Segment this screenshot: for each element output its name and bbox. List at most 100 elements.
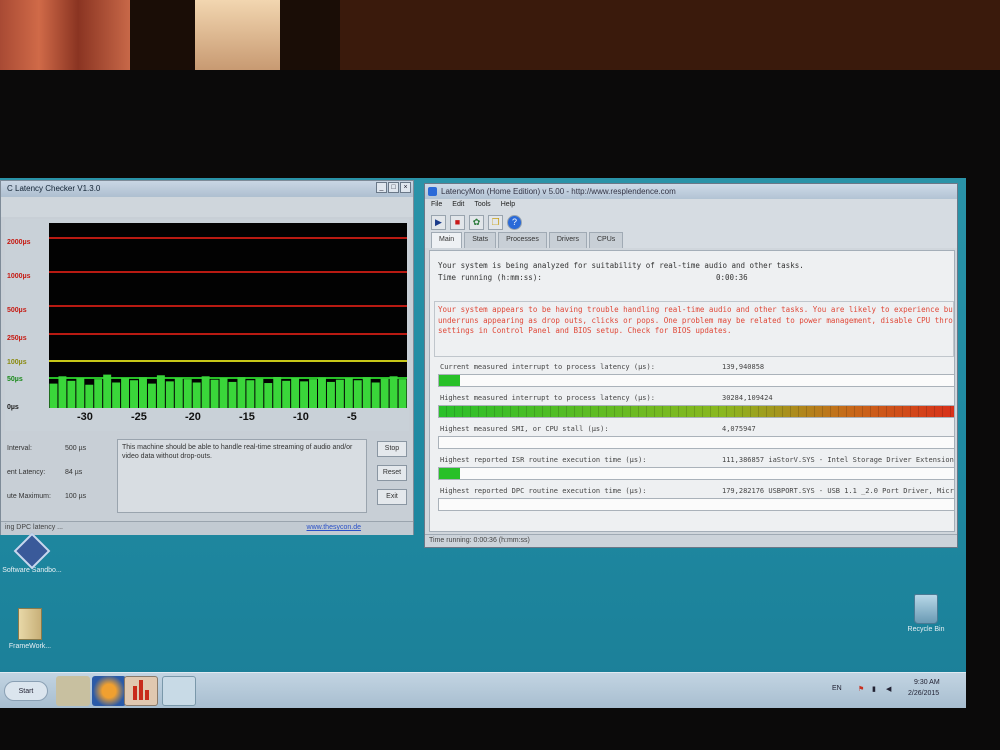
menu-help[interactable]: Help — [501, 201, 515, 210]
metric-bar-fill — [439, 375, 460, 386]
tab-main[interactable]: Main — [431, 232, 463, 248]
latency-bar — [353, 380, 362, 408]
latency-bar — [219, 378, 228, 408]
latency-bar — [112, 382, 121, 408]
language-indicator[interactable]: EN — [832, 685, 842, 692]
y-label-250: 250µs — [7, 335, 27, 342]
latency-bar — [67, 380, 76, 408]
latency-bar — [183, 379, 192, 408]
minimize-button[interactable]: _ — [376, 182, 387, 193]
tab-processes[interactable]: Processes — [498, 232, 547, 248]
tab-stats[interactable]: Stats — [464, 232, 497, 248]
dpc-latency-checker-window: C Latency Checker V1.3.0 _ □ × 2000µs 10… — [0, 180, 414, 535]
stop-icon[interactable]: ■ — [450, 214, 465, 230]
metric-bar — [438, 436, 954, 449]
dpc-message: This machine should be able to handle re… — [117, 439, 367, 513]
start-button[interactable]: Start — [4, 681, 48, 701]
tray-volume-icon[interactable]: ◀ — [886, 685, 891, 693]
firefox-taskbar-icon[interactable] — [92, 676, 126, 706]
reset-button[interactable]: Reset — [377, 465, 407, 481]
latency-bar — [273, 376, 282, 408]
latency-bar — [389, 376, 398, 408]
plot-area — [49, 223, 407, 408]
x-tick-5: -5 — [347, 411, 357, 423]
y-label-500: 500µs — [7, 307, 27, 314]
menu-edit[interactable]: Edit — [452, 201, 464, 210]
metric-bar-fill — [439, 468, 460, 479]
latency-bar — [344, 378, 353, 408]
time-running-value: 0:00:36 — [716, 273, 748, 282]
metric-bar — [438, 467, 954, 480]
latency-bar — [380, 378, 389, 408]
taskbar: Start EN ⚑ ▮ ◀ 9:30 AM 2/26/2015 — [0, 672, 966, 708]
sandbox-icon — [13, 532, 51, 570]
play-icon[interactable]: ▶ — [431, 214, 446, 230]
latencymon-menubar: File Edit Tools Help — [425, 199, 957, 212]
tray-network-icon[interactable]: ▮ — [872, 685, 876, 693]
latency-bar — [398, 379, 407, 408]
latency-bar — [291, 378, 300, 408]
settings-icon[interactable]: ✿ — [469, 214, 484, 230]
dpc-checker-taskbar-icon[interactable] — [162, 676, 196, 706]
metric-value: 179,282176 USBPORT.SYS - USB 1.1 _2.0 Po… — [722, 487, 954, 495]
latency-plot: 2000µs 1000µs 500µs 250µs 100µs 50µs 0µs… — [5, 219, 409, 431]
metric-value: 4,075947 — [722, 425, 756, 433]
latencymon-titlebar[interactable]: LatencyMon (Home Edition) v 5.00 - http:… — [425, 184, 957, 199]
help-icon[interactable]: ? — [507, 214, 522, 230]
latency-bar — [335, 379, 344, 408]
tab-cpus[interactable]: CPUs — [589, 232, 624, 248]
metric-bar — [438, 498, 954, 511]
latencymon-title: LatencyMon (Home Edition) v 5.00 - http:… — [441, 187, 676, 196]
tab-drivers[interactable]: Drivers — [548, 232, 587, 248]
recycle-bin-icon[interactable] — [914, 594, 938, 624]
latency-bar — [264, 383, 273, 408]
x-tick-15: -15 — [239, 411, 255, 423]
explorer-taskbar-icon[interactable] — [56, 676, 90, 706]
thesycon-link[interactable]: www.thesycon.de — [307, 524, 361, 531]
clock-time[interactable]: 9:30 AM — [914, 679, 940, 686]
latency-bar — [228, 381, 237, 408]
window-light — [195, 0, 280, 70]
menu-file[interactable]: File — [431, 201, 442, 210]
latencymon-main-panel: Your system is being analyzed for suitab… — [429, 250, 955, 532]
latencymon-taskbar-icon[interactable] — [124, 676, 158, 706]
close-button[interactable]: × — [400, 182, 411, 193]
warning-message: Your system appears to be having trouble… — [434, 301, 954, 357]
time-running-label: Time running (h:mm:ss): — [438, 273, 542, 282]
warning-line: underruns appearing as drop outs, clicks… — [438, 315, 954, 325]
latency-bar — [85, 384, 94, 408]
latency-bar — [94, 379, 103, 408]
metric-label: Current measured interrupt to process la… — [440, 363, 655, 371]
system-tray: EN ⚑ ▮ ◀ 9:30 AM 2/26/2015 — [828, 679, 958, 703]
latency-bar — [318, 377, 326, 408]
warning-line: Your system appears to be having trouble… — [438, 305, 954, 314]
latency-bar — [255, 378, 264, 408]
maximize-button[interactable]: □ — [388, 182, 399, 193]
metric-label: Highest reported DPC routine execution t… — [440, 487, 647, 495]
metric-label: Highest reported ISR routine execution t… — [440, 456, 647, 464]
latency-bar — [49, 383, 58, 408]
latency-bar — [147, 383, 156, 408]
menu-tools[interactable]: Tools — [474, 201, 490, 210]
desktop-icon-sandbox[interactable]: Software Sandbo... — [2, 532, 62, 574]
latencymon-statusbar: Time running: 0:00:36 (h:mm:ss) — [425, 534, 957, 547]
dpc-titlebar[interactable]: C Latency Checker V1.3.0 _ □ × — [1, 181, 413, 197]
latencymon-toolbar: ▶ ■ ✿ ❐ ? — [425, 212, 957, 232]
dpc-info-panel: Interval: 500 µs ent Latency: 84 µs ute … — [5, 437, 409, 527]
stop-button[interactable]: Stop — [377, 441, 407, 457]
desktop-icon-label: FrameWork... — [8, 643, 52, 650]
dpc-status-text: ing DPC latency ... — [5, 524, 63, 531]
dpc-statusbar: ing DPC latency ... www.thesycon.de — [1, 521, 413, 535]
latency-bar — [139, 377, 147, 408]
warning-line: settings in Control Panel and BIOS setup… — [438, 326, 732, 335]
desktop-icon-framework[interactable]: FrameWork... — [0, 608, 60, 650]
metric-bar-fill — [439, 406, 954, 417]
tray-flag-icon[interactable]: ⚑ — [858, 685, 864, 693]
exit-button[interactable]: Exit — [377, 489, 407, 505]
desktop-screen: C Latency Checker V1.3.0 _ □ × 2000µs 10… — [0, 178, 966, 708]
clock-date[interactable]: 2/26/2015 — [908, 690, 939, 697]
latencymon-window: LatencyMon (Home Edition) v 5.00 - http:… — [424, 183, 958, 548]
latency-bar — [192, 382, 201, 408]
copy-icon[interactable]: ❐ — [488, 214, 503, 230]
metric-value: 30284,109424 — [722, 394, 773, 402]
